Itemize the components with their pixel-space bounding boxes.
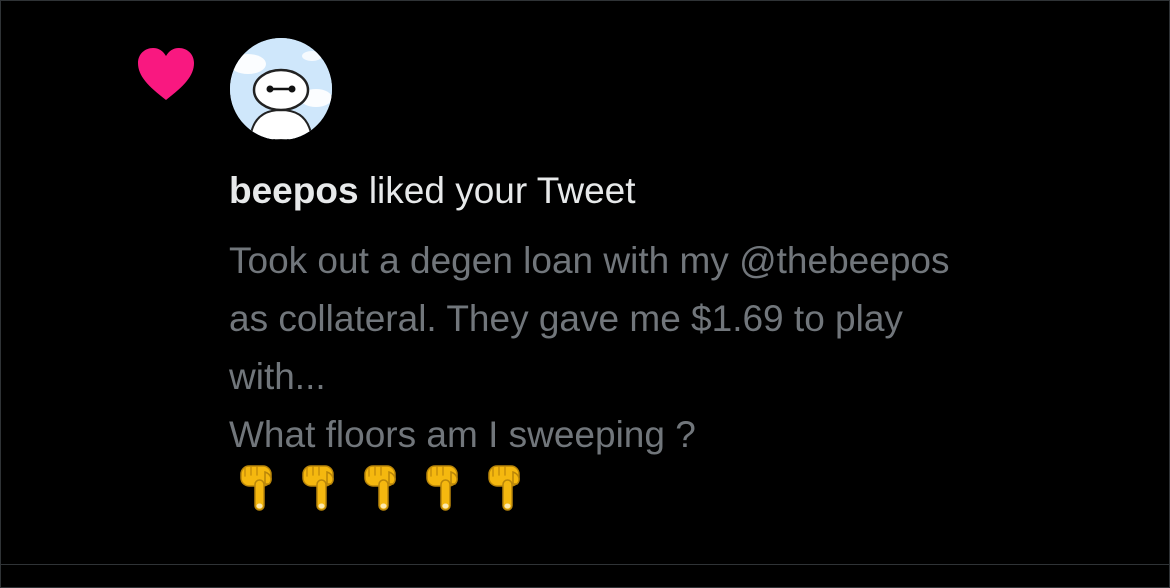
emoji-row: [237, 462, 525, 514]
backhand-index-pointing-down-icon: [240, 465, 272, 511]
avatar[interactable]: [230, 38, 332, 140]
notification-headline[interactable]: beepos liked your Tweet: [229, 168, 636, 214]
heart-icon: [138, 48, 194, 100]
tweet-line: as collateral. They gave me $1.69 to pla…: [229, 298, 903, 339]
backhand-index-pointing-down-icon: [426, 465, 458, 511]
username[interactable]: beepos: [229, 170, 359, 211]
divider: [0, 564, 1170, 565]
tweet-line: Took out a degen loan with my @thebeepos: [229, 240, 950, 281]
backhand-index-pointing-down-icon: [488, 465, 520, 511]
backhand-index-pointing-down-icon: [302, 465, 334, 511]
tweet-line: What floors am I sweeping ?: [229, 414, 696, 455]
action-text: liked your Tweet: [358, 170, 636, 211]
tweet-text[interactable]: Took out a degen loan with my @thebeepos…: [229, 232, 1129, 464]
beepos-avatar-icon: [230, 38, 332, 140]
backhand-index-pointing-down-icon: [364, 465, 396, 511]
tweet-line: with...: [229, 356, 326, 397]
